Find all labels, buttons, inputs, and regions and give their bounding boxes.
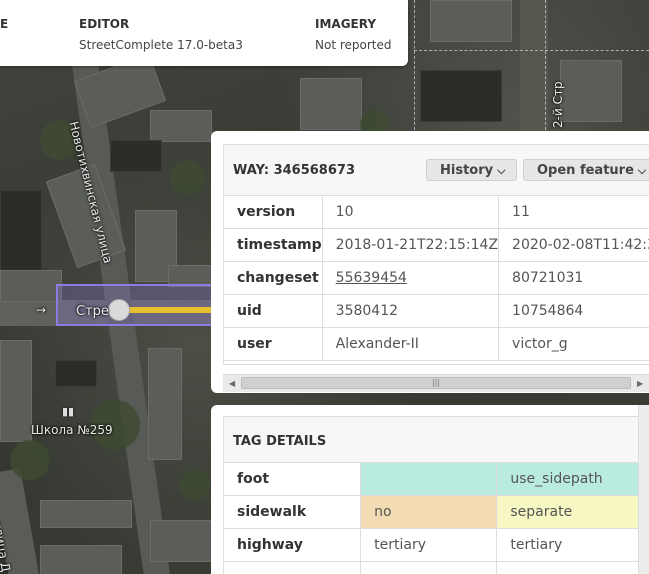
row-value-new: 80721031: [498, 261, 649, 295]
building: [150, 520, 212, 562]
street-label: 2-й Стр: [551, 81, 565, 128]
building: [420, 70, 502, 122]
history-button-label: History: [440, 163, 494, 178]
building: [430, 0, 512, 42]
vertical-scrollbar[interactable]: [638, 405, 649, 574]
way-versions-table: version 10 11 timestamp 2018-01-21T22:15…: [224, 195, 649, 361]
row-value-old: 2018-01-21T22:15:14Z: [321, 228, 500, 262]
tag-key: [224, 561, 362, 574]
tag-key: foot: [224, 462, 362, 496]
scrollbar-thumb[interactable]: |||: [241, 377, 631, 389]
tag-header: TAG DETAILS: [224, 417, 649, 463]
highlight-street-label: Стре: [76, 304, 109, 319]
oneway-arrow-icon: →: [36, 303, 47, 317]
building: [150, 110, 212, 142]
tag-value-new: use_sidepath: [496, 462, 649, 496]
building: [0, 270, 62, 302]
building: [0, 190, 42, 272]
road: [520, 0, 548, 140]
row-value-old: 3580412: [321, 294, 500, 328]
tag-value-new: tertiary: [496, 528, 649, 562]
way-panel: WAY: 346568673 History ⌵ Open feature ⌵ ve…: [211, 131, 649, 393]
tree: [180, 470, 210, 500]
row-value-new: 11: [498, 195, 649, 229]
building: [110, 140, 162, 172]
editor-label: EDITOR: [79, 17, 130, 31]
tag-details-panel: TAG DETAILS foot use_sidepath sidewalk n…: [211, 405, 649, 574]
row-value-old: 55639454: [321, 261, 500, 295]
table-row: [224, 561, 649, 574]
horizontal-scrollbar[interactable]: ◀ ||| ▶: [223, 374, 649, 392]
tag-value-old: no: [360, 495, 498, 529]
history-button[interactable]: History ⌵: [426, 159, 517, 181]
table-row: user Alexander-II victor_g: [224, 327, 649, 361]
table-row: highway tertiary tertiary: [224, 528, 649, 562]
tag-value-new: [496, 561, 649, 574]
way-node[interactable]: [108, 299, 130, 321]
chevron-down-icon: ⌵: [637, 164, 647, 177]
selected-way-line[interactable]: [118, 307, 218, 313]
tag-value-old: [360, 462, 498, 496]
row-key: version: [224, 195, 323, 229]
footpath: [545, 0, 546, 130]
row-value-new: 2020-02-08T11:42:38Z: [498, 228, 649, 262]
row-key: uid: [224, 294, 323, 328]
editor-value: StreetComplete 17.0-beta3: [79, 38, 243, 52]
school-icon: ▮▮: [62, 405, 75, 418]
arrow-left-icon[interactable]: ◀: [229, 379, 235, 388]
chevron-down-icon: ⌵: [497, 164, 506, 177]
row-key: timestamp: [224, 228, 323, 262]
row-key: changeset: [224, 261, 323, 295]
tag-value-old: tertiary: [360, 528, 498, 562]
changeset-link[interactable]: 55639454: [336, 270, 407, 286]
building: [40, 545, 122, 574]
table-row: version 10 11: [224, 195, 649, 229]
tag-key: highway: [224, 528, 362, 562]
tag-key: sidewalk: [224, 495, 362, 529]
way-title: WAY: 346568673: [233, 163, 355, 178]
tag-table: foot use_sidepath sidewalk no separate h…: [224, 462, 649, 574]
imagery-label: IMAGERY: [315, 17, 377, 31]
meta-label-truncated: E: [0, 17, 9, 31]
building: [40, 500, 132, 528]
tag-value-old: [360, 561, 498, 574]
imagery-value: Not reported: [315, 38, 392, 52]
building: [300, 78, 362, 130]
tree: [10, 440, 50, 480]
way-details: WAY: 346568673 History ⌵ Open feature ⌵ ve…: [223, 144, 649, 365]
school-label: Школа №259: [31, 423, 113, 437]
building: [0, 340, 32, 442]
table-row: changeset 55639454 80721031: [224, 261, 649, 295]
tree: [170, 160, 205, 195]
footpath: [414, 0, 415, 130]
table-row: foot use_sidepath: [224, 462, 649, 496]
row-value-new: victor_g: [498, 327, 649, 361]
row-key: user: [224, 327, 323, 361]
tag-details: TAG DETAILS foot use_sidepath sidewalk n…: [223, 416, 649, 574]
row-value-old: 10: [321, 195, 500, 229]
row-value-old: Alexander-II: [321, 327, 500, 361]
building: [55, 360, 97, 387]
table-row: uid 3580412 10754864: [224, 294, 649, 328]
row-value-new: 10754864: [498, 294, 649, 328]
footpath: [414, 50, 649, 51]
open-feature-button-label: Open feature: [537, 163, 634, 178]
way-header: WAY: 346568673 History ⌵ Open feature ⌵: [224, 145, 649, 196]
table-row: sidewalk no separate: [224, 495, 649, 529]
tag-value-new: separate: [496, 495, 649, 529]
tag-details-title: TAG DETAILS: [233, 434, 327, 449]
arrow-right-icon[interactable]: ▶: [637, 379, 643, 388]
table-row: timestamp 2018-01-21T22:15:14Z 2020-02-0…: [224, 228, 649, 262]
building: [148, 348, 182, 460]
building: [560, 60, 622, 122]
open-feature-button[interactable]: Open feature ⌵: [523, 159, 649, 181]
changeset-metadata-bar: E EDITOR StreetComplete 17.0-beta3 IMAGE…: [0, 0, 408, 66]
